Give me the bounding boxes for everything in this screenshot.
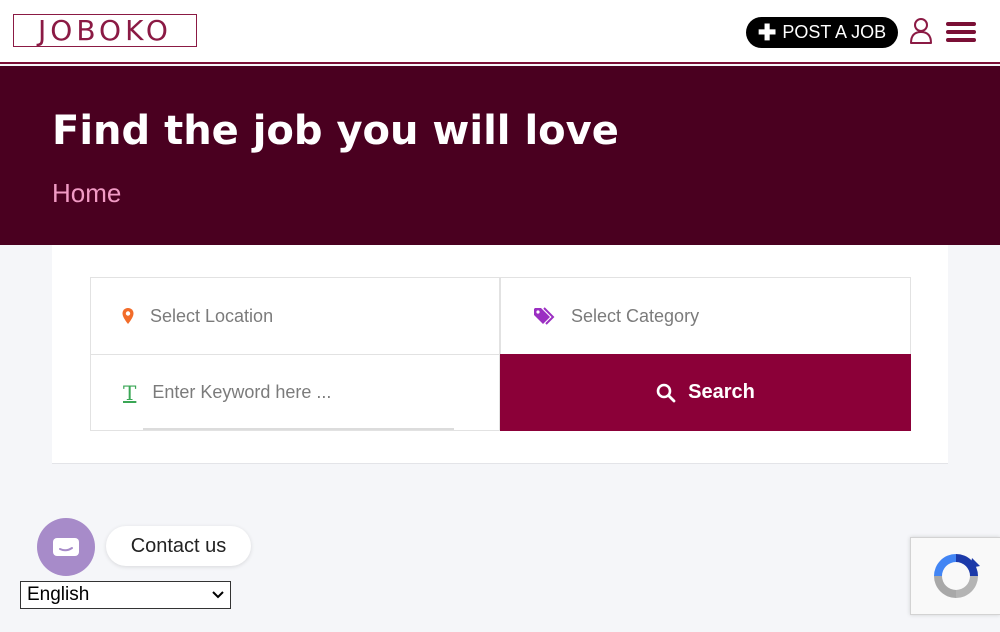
search-icon (656, 383, 676, 402)
chat-icon (53, 538, 79, 556)
chat-widget-button[interactable] (37, 518, 95, 576)
keyword-placeholder: Enter Keyword here ... (152, 382, 332, 402)
text-icon: T (123, 380, 137, 405)
plus-icon: ✚ (757, 19, 777, 45)
recaptcha-badge[interactable] (910, 537, 1000, 615)
post-job-button[interactable]: ✚ POST A JOB (746, 17, 898, 48)
logo-text: JOBOKO (38, 13, 172, 47)
keyword-field[interactable]: T Enter Keyword here ... (90, 354, 500, 431)
search-button[interactable]: Search (500, 354, 911, 431)
search-label: Search (688, 381, 755, 403)
language-selected: English (27, 584, 90, 605)
post-job-label: POST A JOB (782, 22, 887, 42)
site-header: JOBOKO ✚ POST A JOB (0, 0, 1000, 64)
chevron-down-icon (212, 591, 224, 599)
hamburger-menu-icon[interactable] (946, 22, 976, 42)
map-pin-icon (122, 308, 134, 324)
hero-banner: Find the job you will love Home (0, 66, 1000, 245)
tags-icon (534, 307, 555, 325)
keyword-underline (143, 428, 454, 430)
breadcrumb-home[interactable]: Home (52, 178, 121, 209)
recaptcha-icon (933, 554, 980, 598)
category-select[interactable]: Select Category (500, 277, 911, 355)
site-logo[interactable]: JOBOKO (13, 14, 197, 47)
page-title: Find the job you will love (52, 108, 619, 154)
category-placeholder: Select Category (571, 305, 700, 326)
location-select[interactable]: Select Location (90, 277, 500, 355)
contact-us-label[interactable]: Contact us (106, 526, 251, 566)
language-select[interactable]: English (20, 581, 231, 609)
user-icon[interactable] (909, 17, 933, 45)
location-placeholder: Select Location (150, 305, 274, 326)
